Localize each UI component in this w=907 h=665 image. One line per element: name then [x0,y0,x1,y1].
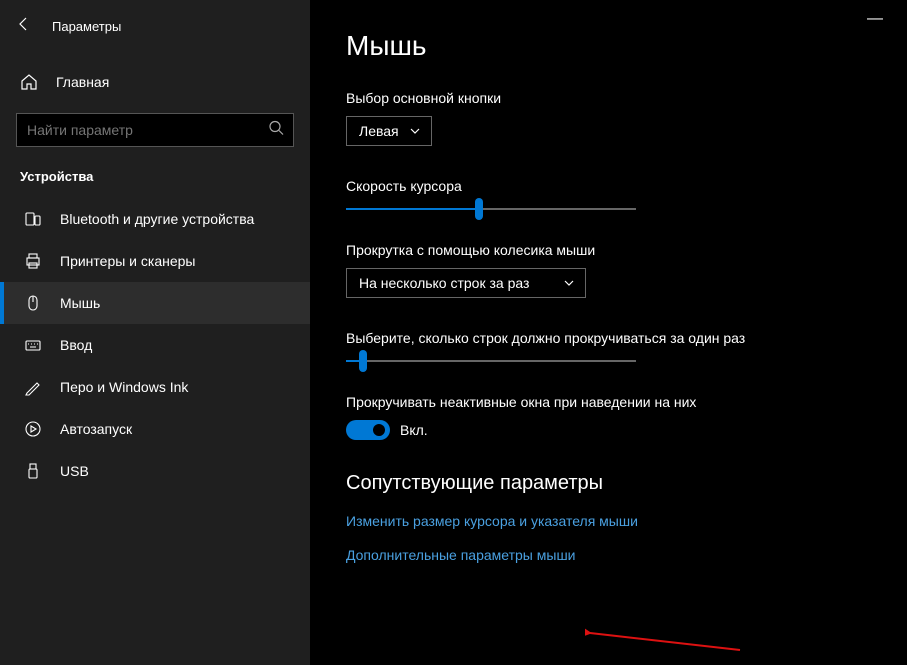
sidebar-item-label: Bluetooth и другие устройства [60,211,254,227]
sidebar-category: Устройства [0,147,310,198]
sidebar-item-autoplay[interactable]: Автозапуск [0,408,310,450]
cursor-speed-label: Скорость курсора [346,178,907,194]
cursor-speed-setting: Скорость курсора [346,178,907,210]
sidebar-item-label: Мышь [60,295,100,311]
sidebar-item-label: Ввод [60,337,92,353]
slider-thumb[interactable] [359,350,367,372]
main-content: Мышь Выбор основной кнопки Левая Скорост… [310,0,907,665]
scroll-mode-label: Прокрутка с помощью колесика мыши [346,242,907,258]
link-additional-mouse[interactable]: Дополнительные параметры мыши [346,547,907,563]
titlebar: Параметры [0,8,310,45]
arrow-left-icon [16,16,32,32]
sidebar-item-label: Перо и Windows Ink [60,379,188,395]
related-section-title: Сопутствующие параметры [346,472,907,495]
select-value: На несколько строк за раз [359,275,529,291]
sidebar-item-label: Автозапуск [60,421,132,437]
page-title: Мышь [346,30,907,62]
sidebar-item-printers[interactable]: Принтеры и сканеры [0,240,310,282]
sidebar-item-usb[interactable]: USB [0,450,310,492]
search-input[interactable] [16,113,294,147]
scroll-lines-setting: Выберите, сколько строк должно прокручив… [346,330,907,362]
chevron-down-icon [563,277,575,289]
slider-thumb[interactable] [475,198,483,220]
cursor-speed-slider[interactable] [346,208,636,210]
primary-button-label: Выбор основной кнопки [346,90,907,106]
autoplay-icon [24,420,42,438]
usb-icon [24,462,42,480]
sidebar-item-mouse[interactable]: Мышь [0,282,310,324]
minimize-button[interactable]: — [867,10,883,28]
inactive-scroll-setting: Прокручивать неактивные окна при наведен… [346,394,907,440]
link-cursor-size[interactable]: Изменить размер курсора и указателя мыши [346,513,907,529]
keyboard-icon [24,336,42,354]
primary-button-setting: Выбор основной кнопки Левая [346,90,907,146]
primary-button-select[interactable]: Левая [346,116,432,146]
search-icon [268,120,284,141]
scroll-mode-setting: Прокрутка с помощью колесика мыши На нес… [346,242,907,298]
inactive-scroll-toggle[interactable] [346,420,390,440]
sidebar-item-bluetooth[interactable]: Bluetooth и другие устройства [0,198,310,240]
sidebar-item-label: USB [60,463,89,479]
pen-icon [24,378,42,396]
window-title: Параметры [52,19,121,34]
scroll-lines-slider[interactable] [346,360,636,362]
sidebar-item-pen[interactable]: Перо и Windows Ink [0,366,310,408]
sidebar-item-label: Принтеры и сканеры [60,253,195,269]
toggle-state-label: Вкл. [400,422,428,438]
toggle-knob [373,424,385,436]
home-icon [20,73,38,91]
scroll-lines-label: Выберите, сколько строк должно прокручив… [346,330,907,346]
back-button[interactable] [16,16,32,37]
sidebar-home[interactable]: Главная [0,63,310,101]
scroll-mode-select[interactable]: На несколько строк за раз [346,268,586,298]
chevron-down-icon [409,125,421,137]
home-label: Главная [56,74,109,90]
inactive-scroll-label: Прокручивать неактивные окна при наведен… [346,394,907,410]
search-wrap [16,113,294,147]
devices-icon [24,210,42,228]
select-value: Левая [359,123,399,139]
sidebar: Параметры Главная Устройства Bluetooth и… [0,0,310,665]
printer-icon [24,252,42,270]
mouse-icon [24,294,42,312]
sidebar-item-typing[interactable]: Ввод [0,324,310,366]
